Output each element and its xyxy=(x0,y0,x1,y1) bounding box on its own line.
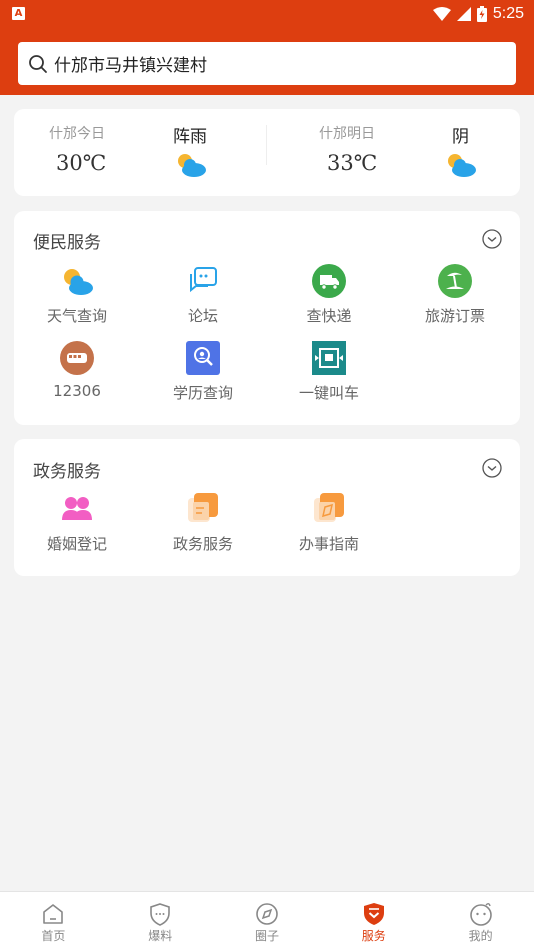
weather-tomorrow-condition: 阴 xyxy=(452,127,469,147)
service-travel[interactable]: 旅游订票 xyxy=(392,264,518,326)
service-shield-icon xyxy=(363,903,384,925)
face-icon xyxy=(469,903,492,926)
service-taxi[interactable]: 一键叫车 xyxy=(266,341,392,403)
chevron-down-icon[interactable] xyxy=(482,458,502,478)
service-label: 政务服务 xyxy=(172,535,233,553)
service-label: 婚姻登记 xyxy=(46,535,107,553)
service-label: 12306 xyxy=(53,382,101,400)
taxi-icon xyxy=(312,341,346,375)
tab-service[interactable]: 服务 xyxy=(320,892,427,950)
service-label: 旅游订票 xyxy=(424,307,485,325)
home-icon xyxy=(43,904,64,924)
service-12306[interactable]: 12306 xyxy=(14,341,140,400)
app-notification-icon: A xyxy=(12,7,25,20)
service-weather[interactable]: 天气查询 xyxy=(14,264,140,326)
service-forum[interactable]: 论坛 xyxy=(140,264,266,326)
tab-quanzi[interactable]: 圈子 xyxy=(214,892,321,950)
clock: 5:25 xyxy=(492,5,524,22)
search-icon xyxy=(29,54,47,73)
status-icons: 5:25 xyxy=(432,4,524,24)
section-title: 便民服务 xyxy=(33,233,101,253)
service-gov[interactable]: 政务服务 xyxy=(140,492,266,554)
service-guide[interactable]: 办事指南 xyxy=(266,492,392,554)
service-education[interactable]: 学历查询 xyxy=(140,341,266,403)
search-value: 什邡市马井镇兴建村 xyxy=(54,56,207,76)
search-header: 什邡市马井镇兴建村 xyxy=(0,28,534,95)
signal-icon xyxy=(456,7,471,21)
marriage-icon xyxy=(62,497,92,520)
service-label: 查快递 xyxy=(306,307,352,325)
education-search-icon xyxy=(186,341,220,375)
convenience-services-card: 便民服务 天气查询 论坛 查快递 旅游订票 12306 学历查询 一键叫车 xyxy=(14,211,520,425)
service-label: 天气查询 xyxy=(46,307,107,325)
forum-icon xyxy=(190,267,217,293)
weather-tomorrow-label: 什邡明日 xyxy=(319,126,375,142)
tab-home[interactable]: 首页 xyxy=(0,892,107,950)
tab-label: 服务 xyxy=(361,929,386,943)
travel-island-icon xyxy=(438,264,472,298)
service-label: 一键叫车 xyxy=(298,384,359,402)
chevron-down-icon[interactable] xyxy=(482,229,502,249)
tab-baoliao[interactable]: 爆料 xyxy=(107,892,214,950)
government-services-card: 政务服务 婚姻登记 政务服务 办事指南 xyxy=(14,439,520,576)
partly-cloudy-icon xyxy=(448,154,476,177)
shield-chat-icon xyxy=(150,903,170,926)
weather-icon xyxy=(64,269,93,295)
weather-today-label: 什邡今日 xyxy=(49,126,105,142)
wifi-icon xyxy=(432,7,451,21)
tab-label: 首页 xyxy=(41,929,66,943)
partly-cloudy-icon xyxy=(178,154,206,177)
service-label: 办事指南 xyxy=(298,535,359,553)
weather-tomorrow[interactable]: 什邡明日 33℃ 阴 xyxy=(267,109,520,196)
service-label: 学历查询 xyxy=(172,384,233,402)
guide-icon xyxy=(314,493,344,522)
weather-tomorrow-temp: 33℃ xyxy=(327,151,378,175)
status-bar: A 5:25 xyxy=(0,0,534,28)
gov-service-icon xyxy=(188,493,218,522)
section-title: 政务服务 xyxy=(33,462,101,482)
weather-card[interactable]: 什邡今日 30℃ 阵雨 什邡明日 33℃ 阴 xyxy=(14,109,520,196)
tab-label: 爆料 xyxy=(148,929,173,943)
weather-today-condition: 阵雨 xyxy=(173,127,207,147)
service-express[interactable]: 查快递 xyxy=(266,264,392,326)
weather-today[interactable]: 什邡今日 30℃ 阵雨 xyxy=(14,109,266,196)
tab-mine[interactable]: 我的 xyxy=(427,892,534,950)
search-input[interactable]: 什邡市马井镇兴建村 xyxy=(18,42,516,85)
battery-icon xyxy=(476,6,487,22)
compass-icon xyxy=(256,903,278,925)
weather-today-temp: 30℃ xyxy=(56,151,107,175)
service-marriage[interactable]: 婚姻登记 xyxy=(14,492,140,554)
service-label: 论坛 xyxy=(187,307,218,325)
tab-label: 圈子 xyxy=(254,929,279,943)
express-truck-icon xyxy=(312,264,346,298)
train-icon xyxy=(60,341,94,375)
bottom-tab-bar: 首页 爆料 圈子 服务 我的 xyxy=(0,891,534,950)
tab-label: 我的 xyxy=(468,929,493,943)
